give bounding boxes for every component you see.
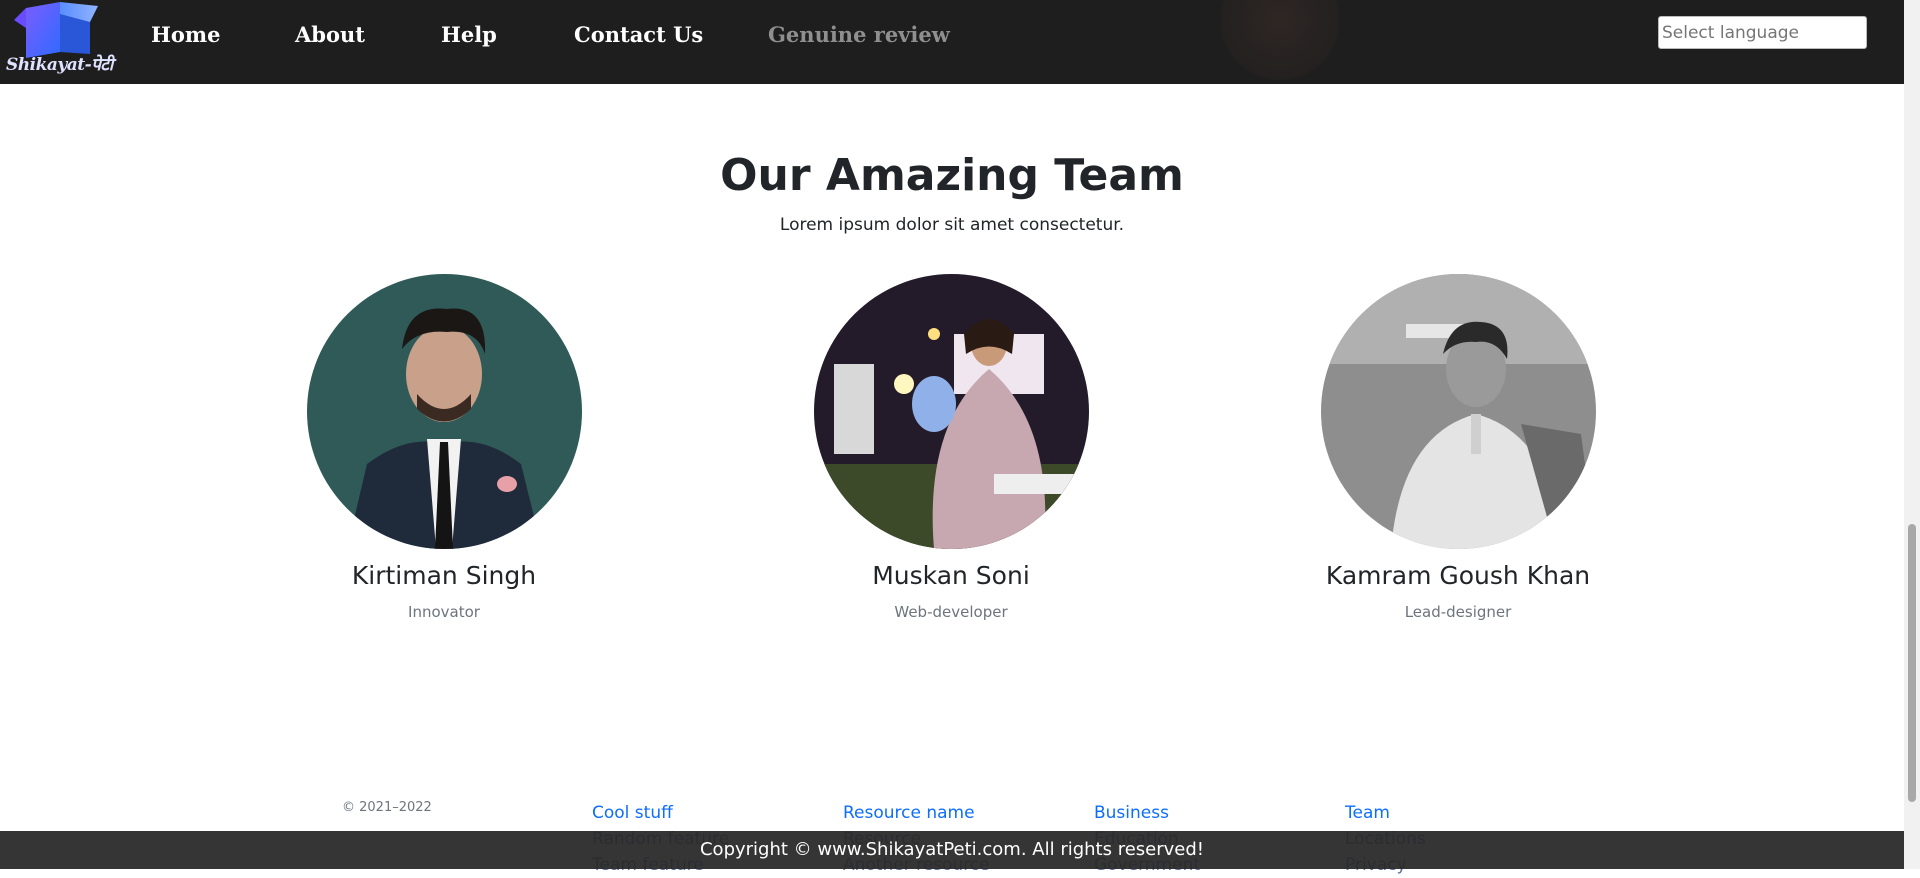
page-scrollbar[interactable] xyxy=(1904,0,1920,869)
team-heading: Our Amazing Team xyxy=(720,150,1184,201)
copyright-bar: Copyright © www.ShikayatPeti.com. All ri… xyxy=(0,831,1904,869)
footer-link[interactable]: Team xyxy=(1345,800,1426,826)
member-role: Lead-designer xyxy=(1404,603,1512,621)
navbar-background-image xyxy=(1220,0,1340,80)
member-name: Muskan Soni xyxy=(872,561,1030,590)
nav-home[interactable]: Home xyxy=(151,22,220,47)
member-role: Innovator xyxy=(408,603,480,621)
nav-genuine-review[interactable]: Genuine review xyxy=(768,22,950,47)
member-photo-avatar xyxy=(813,274,1089,549)
nav-help[interactable]: Help xyxy=(441,22,497,47)
box-logo-icon xyxy=(14,2,98,58)
language-select-input[interactable] xyxy=(1658,16,1867,49)
member-role: Web-developer xyxy=(894,603,1008,621)
footer-link[interactable]: Business xyxy=(1094,800,1200,826)
team-member-card: Kamram Goush Khan Lead-designer xyxy=(1278,274,1638,621)
member-name: Kirtiman Singh xyxy=(351,561,537,590)
member-photo-avatar xyxy=(306,274,582,549)
nav-contact-us[interactable]: Contact Us xyxy=(574,22,703,47)
site-logo[interactable]: Shikayat-पेटी xyxy=(4,0,113,80)
footer-link[interactable]: Resource name xyxy=(843,800,990,826)
member-photo-avatar xyxy=(1320,274,1596,549)
nav-about[interactable]: About xyxy=(295,22,365,47)
top-navbar: Shikayat-पेटी Home About Help Contact Us… xyxy=(0,0,1904,84)
footer-year-range: © 2021–2022 xyxy=(342,800,432,815)
footer-link[interactable]: Cool stuff xyxy=(592,800,729,826)
team-subtitle: Lorem ipsum dolor sit amet consectetur. xyxy=(779,215,1125,235)
logo-text: Shikayat-पेटी xyxy=(6,55,113,75)
team-member-card: Muskan Soni Web-developer xyxy=(771,274,1131,621)
member-name: Kamram Goush Khan xyxy=(1325,561,1591,590)
team-member-card: Kirtiman Singh Innovator xyxy=(264,274,624,621)
scrollbar-thumb[interactable] xyxy=(1908,524,1916,802)
